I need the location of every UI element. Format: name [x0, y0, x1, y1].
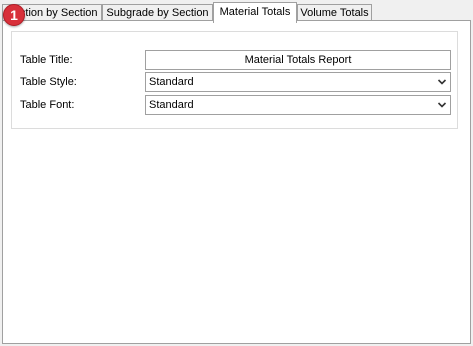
material-totals-dialog: Section by Section Subgrade by Section M… — [0, 0, 473, 346]
table-settings-group: Table Title: Material Totals Report Tabl… — [11, 31, 458, 129]
table-style-label: Table Style: — [20, 76, 77, 88]
table-style-select[interactable]: Standard — [145, 72, 451, 92]
table-title-input[interactable]: Material Totals Report — [145, 50, 451, 70]
table-font-value: Standard — [149, 99, 194, 111]
table-font-select[interactable]: Standard — [145, 95, 451, 115]
table-style-value: Standard — [149, 76, 194, 88]
tab-volume-totals[interactable]: Volume Totals — [297, 4, 372, 21]
table-font-label: Table Font: — [20, 99, 75, 111]
table-title-label: Table Title: — [20, 54, 73, 66]
tab-panel-material-totals: Table Title: Material Totals Report Tabl… — [2, 20, 471, 344]
step-number-badge: 1 — [3, 4, 25, 26]
tab-strip: Section by Section Subgrade by Section M… — [2, 2, 471, 23]
chevron-down-icon[interactable] — [437, 77, 447, 87]
tab-subgrade-by-section[interactable]: Subgrade by Section — [102, 4, 213, 21]
chevron-down-icon[interactable] — [437, 100, 447, 110]
tab-material-totals[interactable]: Material Totals — [213, 2, 297, 23]
